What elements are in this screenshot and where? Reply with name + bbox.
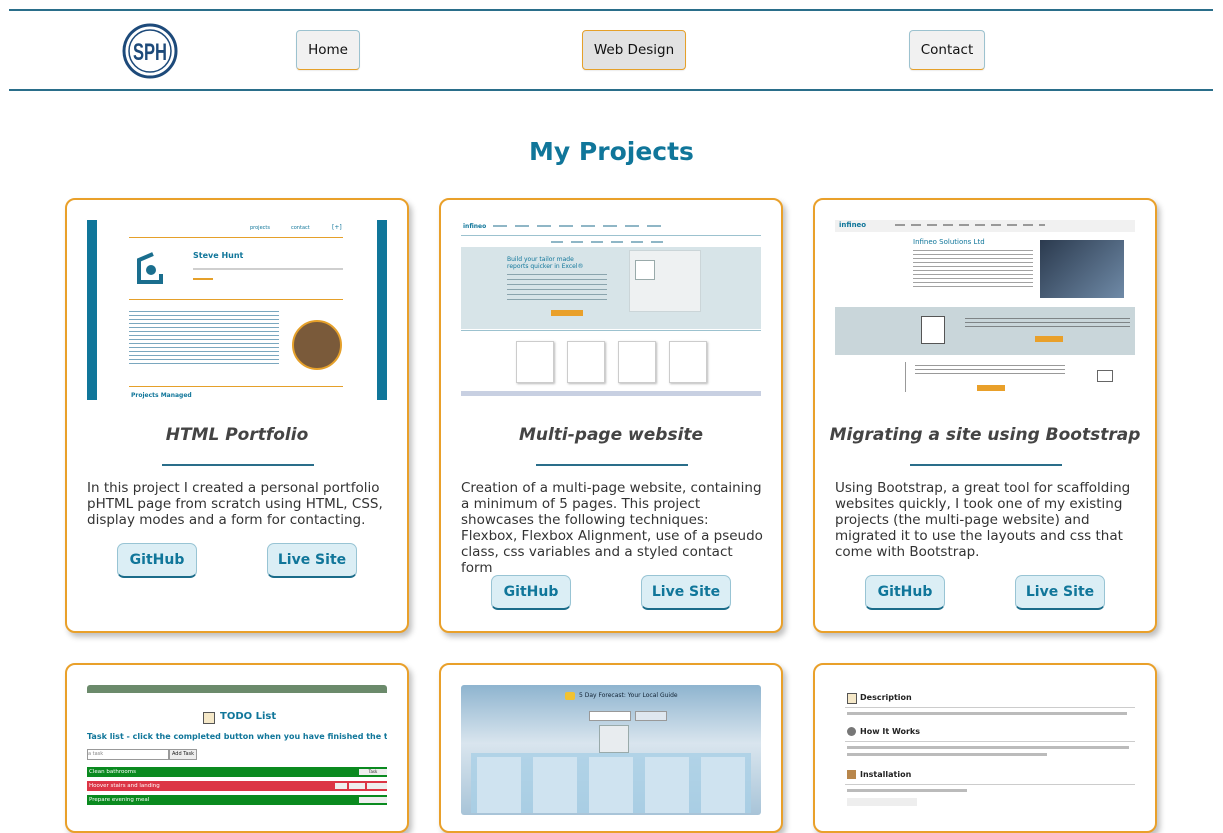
- project-card-readme-generator: Description How It Works Installation: [813, 663, 1157, 833]
- svg-text:SPH: SPH: [133, 39, 167, 66]
- project-card-multi-page-website: infineo Build your tailor made reports q…: [439, 198, 783, 633]
- github-button[interactable]: GitHub: [117, 543, 197, 578]
- nav-home-button[interactable]: Home: [296, 30, 360, 70]
- github-button[interactable]: GitHub: [865, 575, 945, 610]
- project-card-weather-forecast: 5 Day Forecast: Your Local Guide: [439, 663, 783, 833]
- project-card-html-portfolio: projects contact [+] Steve Hunt Projects…: [65, 198, 409, 633]
- nav-contact-button[interactable]: Contact: [909, 30, 985, 70]
- title-divider: [536, 464, 688, 466]
- github-button[interactable]: GitHub: [491, 575, 571, 610]
- page-title: My Projects: [529, 137, 694, 166]
- sph-logo-icon[interactable]: SPH: [122, 23, 178, 79]
- project-description: Using Bootstrap, a great tool for scaffo…: [835, 480, 1131, 560]
- project-thumbnail[interactable]: 5 Day Forecast: Your Local Guide: [461, 685, 761, 815]
- gear-icon: [847, 727, 856, 736]
- live-site-button[interactable]: Live Site: [641, 575, 731, 610]
- project-thumbnail[interactable]: TODO List Task list - click the complete…: [87, 685, 387, 815]
- project-description: In this project I created a personal por…: [87, 480, 383, 528]
- site-header: SPH Home Web Design Contact: [9, 9, 1213, 91]
- project-thumbnail[interactable]: projects contact [+] Steve Hunt Projects…: [87, 220, 387, 400]
- project-title: Migrating a site using Bootstrap: [829, 425, 1141, 445]
- live-site-button[interactable]: Live Site: [1015, 575, 1105, 610]
- live-site-button[interactable]: Live Site: [267, 543, 357, 578]
- title-divider: [162, 464, 314, 466]
- project-thumbnail[interactable]: infineo Infineo Solutions Ltd: [835, 220, 1135, 400]
- project-card-todo-list: TODO List Task list - click the complete…: [65, 663, 409, 833]
- memo-icon: [847, 693, 857, 704]
- project-thumbnail[interactable]: Description How It Works Installation: [835, 685, 1135, 815]
- project-thumbnail[interactable]: infineo Build your tailor made reports q…: [461, 220, 761, 400]
- project-title: Multi-page website: [518, 425, 704, 445]
- project-card-bootstrap-migration: infineo Infineo Solutions Ltd Migrating …: [813, 198, 1157, 633]
- nav-web-design-button[interactable]: Web Design: [582, 30, 686, 70]
- clipboard-icon: [203, 712, 215, 724]
- package-icon: [847, 770, 856, 779]
- weather-icon: [565, 692, 575, 700]
- project-description: Creation of a multi-page website, contai…: [461, 480, 763, 576]
- project-title: HTML Portfolio: [165, 425, 309, 445]
- title-divider: [910, 464, 1062, 466]
